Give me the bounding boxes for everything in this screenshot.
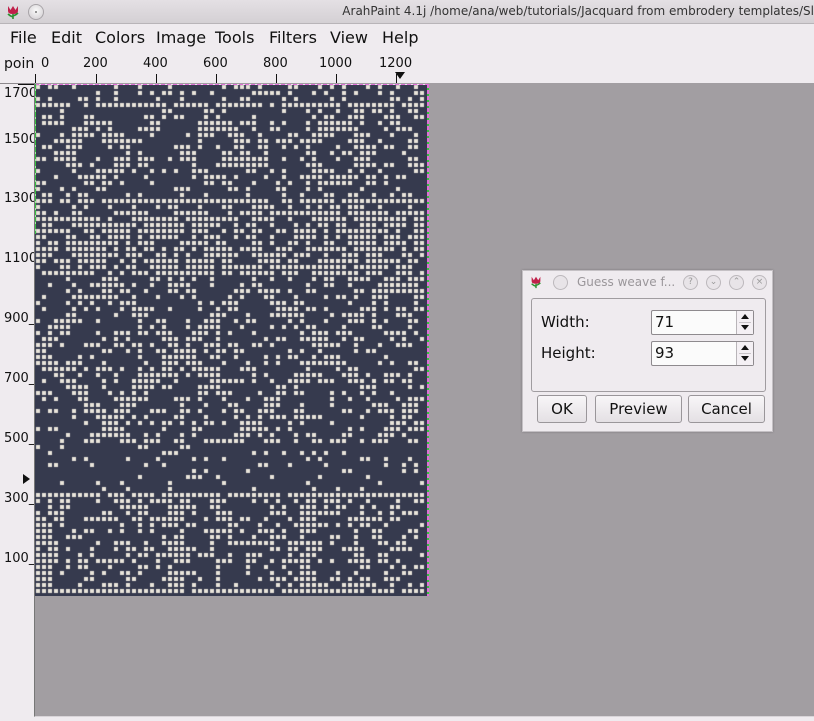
height-spinbox[interactable]: 93 xyxy=(651,341,754,366)
ruler-h-label: 800 xyxy=(263,56,288,71)
ruler-h-marker-icon[interactable] xyxy=(395,72,405,79)
spin-down-icon[interactable] xyxy=(741,325,749,330)
jacquard-pattern-image[interactable] xyxy=(35,84,429,596)
ruler-h-label: 1200 xyxy=(379,56,413,71)
ruler-tick xyxy=(216,74,217,83)
selection-border-right xyxy=(427,84,429,596)
width-spinbox[interactable]: 71 xyxy=(651,310,754,335)
dialog-menu-button[interactable] xyxy=(553,275,568,290)
ruler-v-label: 1300 xyxy=(4,191,38,206)
ruler-v-marker-icon[interactable] xyxy=(23,474,30,484)
ruler-tick xyxy=(336,74,337,83)
ruler-tick xyxy=(35,74,36,83)
ruler-v-label: 500_ xyxy=(4,431,36,446)
width-label: Width: xyxy=(541,313,590,331)
spin-down-icon[interactable] xyxy=(741,356,749,361)
vertical-ruler[interactable]: 1700 1500 1300 1100 900_ 700_ 500_ 300_ … xyxy=(0,83,38,721)
ruler-v-label: 900_ xyxy=(4,311,36,326)
maximize-icon[interactable]: ⌃ xyxy=(729,275,744,290)
ruler-h-label: 600 xyxy=(203,56,228,71)
window-title: ArahPaint 4.1j /home/ana/web/tutorials/J… xyxy=(342,4,814,18)
ruler-v-label: 300_ xyxy=(4,491,36,506)
spin-up-icon[interactable] xyxy=(741,345,749,350)
menu-image[interactable]: Image xyxy=(156,28,206,47)
ok-button[interactable]: OK xyxy=(537,395,587,423)
ruler-h-label: 400 xyxy=(143,56,168,71)
width-value[interactable]: 71 xyxy=(655,313,674,331)
menu-filters[interactable]: Filters xyxy=(269,28,317,47)
ruler-tick xyxy=(18,84,34,85)
ruler-h-label: 0 xyxy=(41,56,50,71)
ruler-tick xyxy=(96,74,97,83)
spin-up-icon[interactable] xyxy=(741,314,749,319)
spin-divider xyxy=(739,322,751,323)
ruler-h-label: 200 xyxy=(83,56,108,71)
menu-bar: File Edit Colors Image Tools Filters Vie… xyxy=(0,24,814,51)
menu-colors[interactable]: Colors xyxy=(95,28,145,47)
ruler-unit-label[interactable]: poin xyxy=(4,56,34,72)
selection-border-top xyxy=(35,84,429,85)
menu-edit[interactable]: Edit xyxy=(51,28,82,47)
ruler-v-label: 1500 xyxy=(4,132,38,147)
ruler-v-label: 1700 xyxy=(4,86,38,101)
guess-weave-dialog: Guess weave f... ? ⌄ ⌃ × Width: 71 Heigh… xyxy=(522,270,773,432)
dialog-title-bar[interactable]: Guess weave f... ? ⌄ ⌃ × xyxy=(523,271,772,293)
minimize-icon[interactable]: ⌄ xyxy=(706,275,721,290)
width-spin-buttons xyxy=(736,311,753,334)
help-icon[interactable]: ? xyxy=(683,275,698,290)
cancel-button[interactable]: Cancel xyxy=(688,395,765,423)
height-value[interactable]: 93 xyxy=(655,344,674,362)
ruler-tick xyxy=(156,74,157,83)
spin-divider xyxy=(739,353,751,354)
window-menu-button[interactable] xyxy=(28,4,44,20)
height-label: Height: xyxy=(541,344,596,362)
height-spin-buttons xyxy=(736,342,753,365)
menu-help[interactable]: Help xyxy=(382,28,418,47)
menu-file[interactable]: File xyxy=(10,28,37,47)
ruler-v-label: 1100 xyxy=(4,251,38,266)
horizontal-ruler[interactable]: poin 0 200 400 600 800 1000 1200 xyxy=(0,52,814,84)
ruler-v-label: 100_ xyxy=(4,551,36,566)
ruler-v-label: 700_ xyxy=(4,371,36,386)
dialog-title: Guess weave f... xyxy=(577,275,676,289)
tulip-icon[interactable] xyxy=(5,4,21,20)
ruler-tick xyxy=(276,74,277,83)
selection-border-left xyxy=(35,84,36,234)
preview-button[interactable]: Preview xyxy=(595,395,682,423)
ruler-h-label: 1000 xyxy=(319,56,353,71)
title-bar: ArahPaint 4.1j /home/ana/web/tutorials/J… xyxy=(0,0,814,24)
menu-view[interactable]: View xyxy=(330,28,368,47)
close-icon[interactable]: × xyxy=(752,275,767,290)
tulip-icon xyxy=(531,276,541,289)
menu-tools[interactable]: Tools xyxy=(215,28,254,47)
